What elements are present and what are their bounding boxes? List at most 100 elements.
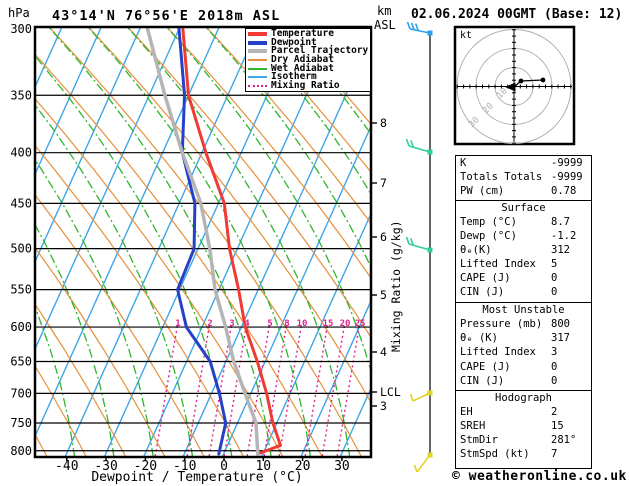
table-row-value: 312 (551, 243, 570, 256)
temp-tick-label: 30 (334, 459, 350, 474)
table-row-label: Pressure (mb) (460, 318, 543, 330)
table-row: StmDir 281° (456, 433, 591, 447)
table-row-label: K (460, 157, 467, 169)
temp-tick-label: -30 (94, 459, 117, 474)
pressure-tick-label: 400 (10, 146, 32, 160)
legend-label: Mixing Ratio (271, 79, 340, 91)
surface-table: Surface Temp (°C) 8.7 Dewp (°C) -1.2 θₑ(K) 312… (455, 199, 592, 304)
table-row: K -9999 (456, 156, 591, 170)
pressure-tick-label: 550 (10, 283, 32, 297)
table-row-value: 2 (551, 405, 558, 418)
pressure-tick-label: 800 (10, 444, 32, 458)
table-row: Pressure (mb) 800 (456, 317, 591, 331)
table-row-label: PW (cm) (460, 185, 505, 198)
table-row-value: 15 (551, 419, 564, 432)
pressure-tick-label: 650 (10, 354, 32, 368)
hodograph-unit-label: kt (460, 30, 472, 41)
table-row-value: 0 (551, 286, 558, 299)
km-tick-label: 3 (380, 399, 387, 413)
table-row-value: 0 (551, 374, 558, 387)
table-row: Dewp (°C) -1.2 (456, 229, 591, 243)
mixing-ratio-value-label: 3 (229, 319, 234, 329)
wind-barb-staff (408, 145, 431, 153)
legend-swatch (248, 84, 267, 87)
pressure-tick-label: 750 (10, 416, 32, 430)
table-row: PW (cm) 0.78 (456, 184, 591, 198)
table-row-label: StmDir (460, 433, 498, 446)
wind-barb-feather (409, 393, 414, 402)
table-row: SREH 15 (456, 419, 591, 433)
table-row-label: StmSpd (kt) (460, 448, 530, 461)
mixing-ratio-line (336, 325, 360, 457)
table-row: Lifted Index 5 (456, 257, 591, 271)
table-row: θₑ(K) 312 (456, 243, 591, 257)
legend-swatch (248, 59, 267, 62)
km-tick-label: 8 (380, 116, 387, 130)
table-row-label: Dewp (°C) (460, 229, 517, 242)
temp-tick-label: 10 (255, 459, 271, 474)
table-row-label: SREH (460, 419, 486, 432)
table-row-value: 0.78 (551, 185, 577, 198)
table-row-label: θₑ (K) (460, 332, 498, 345)
legend-item: Mixing Ratio (248, 79, 370, 91)
table-row-value: 800 (551, 318, 570, 330)
pressure-tick-label: 350 (10, 88, 32, 102)
wet-adiabat-line (47, 27, 272, 457)
mixing-ratio-value-label: 10 (297, 319, 308, 329)
legend-swatch (248, 76, 267, 79)
wind-barb-staff (409, 28, 431, 34)
temp-tick-label: 20 (295, 459, 311, 474)
mixing-ratio-value-label: 2 (207, 319, 212, 329)
hodograph-trace-dot (518, 78, 524, 84)
hodograph-table: Hodograph EH 2 SREH 15 StmDir 281° StmSpd (kt) 7 (455, 389, 592, 469)
indices-table: K -9999 Totals Totals -9999 PW (cm) 0.78 (455, 155, 592, 201)
table-row: θₑ (K) 317 (456, 331, 591, 345)
table-row-label: θₑ(K) (460, 243, 492, 256)
legend-swatch (248, 32, 267, 37)
table-row-value: -1.2 (551, 229, 577, 242)
table-row-value: -9999 (551, 157, 583, 169)
table-row-value: 0 (551, 272, 558, 285)
mixing-ratio-value-label: 15 (323, 319, 334, 329)
mixing-ratio-value-label: 20 (340, 319, 351, 329)
table-row: Lifted Index 3 (456, 345, 591, 359)
temp-tick-label: -20 (134, 459, 157, 474)
table-row: Totals Totals -9999 (456, 170, 591, 184)
mixing-ratio-value-label: 1 (175, 319, 180, 329)
table-row-label: EH (460, 405, 473, 418)
wind-barb-feather (406, 21, 411, 30)
km-tick-label: LCL (380, 385, 401, 399)
table-row-value: 281° (551, 433, 577, 446)
table-row-label: CAPE (J) (460, 360, 511, 373)
legend-swatch (248, 67, 267, 70)
table-row: CAPE (J) 0 (456, 271, 591, 285)
table-row-value: 0 (551, 360, 558, 373)
skewt-sounding-page: 300 350 400 450 500 550 600 650 700 750 800 1 2 3 4 5 8 1… (0, 0, 629, 486)
pressure-tick-label: 450 (10, 196, 32, 210)
mixing-ratio-value-label: 5 (267, 319, 272, 329)
table-row-value: 7 (551, 448, 558, 461)
pressure-tick-label: 700 (10, 386, 32, 400)
table-section-header: Hodograph (495, 391, 552, 404)
table-row-label: CIN (J) (460, 374, 505, 387)
wind-barb-staff (412, 392, 431, 402)
km-tick-label: 7 (380, 176, 387, 190)
table-row: EH 2 (456, 405, 591, 419)
hodograph-trace-dot (540, 77, 546, 83)
table-row-label: CIN (J) (460, 286, 505, 299)
legend-box: Temperature Dewpoint Parcel Trajectory Dry … (245, 28, 371, 92)
pressure-tick-label: 500 (10, 242, 32, 256)
table-row-label: Totals Totals (460, 171, 543, 184)
table-row-value: 5 (551, 258, 558, 271)
wind-barb-feather (405, 236, 410, 245)
table-row-value: 3 (551, 346, 558, 359)
table-row-label: Lifted Index (460, 258, 536, 271)
pressure-tick-label: 300 (10, 22, 32, 36)
table-row-label: CAPE (J) (460, 272, 511, 285)
table-row: CAPE (J) 0 (456, 360, 591, 374)
table-section-header: Surface (501, 201, 546, 214)
table-row: CIN (J) 0 (456, 285, 591, 299)
wind-barb-staff (408, 243, 431, 251)
wind-barb-feather (405, 138, 410, 147)
table-row-label: Temp (°C) (460, 215, 517, 228)
